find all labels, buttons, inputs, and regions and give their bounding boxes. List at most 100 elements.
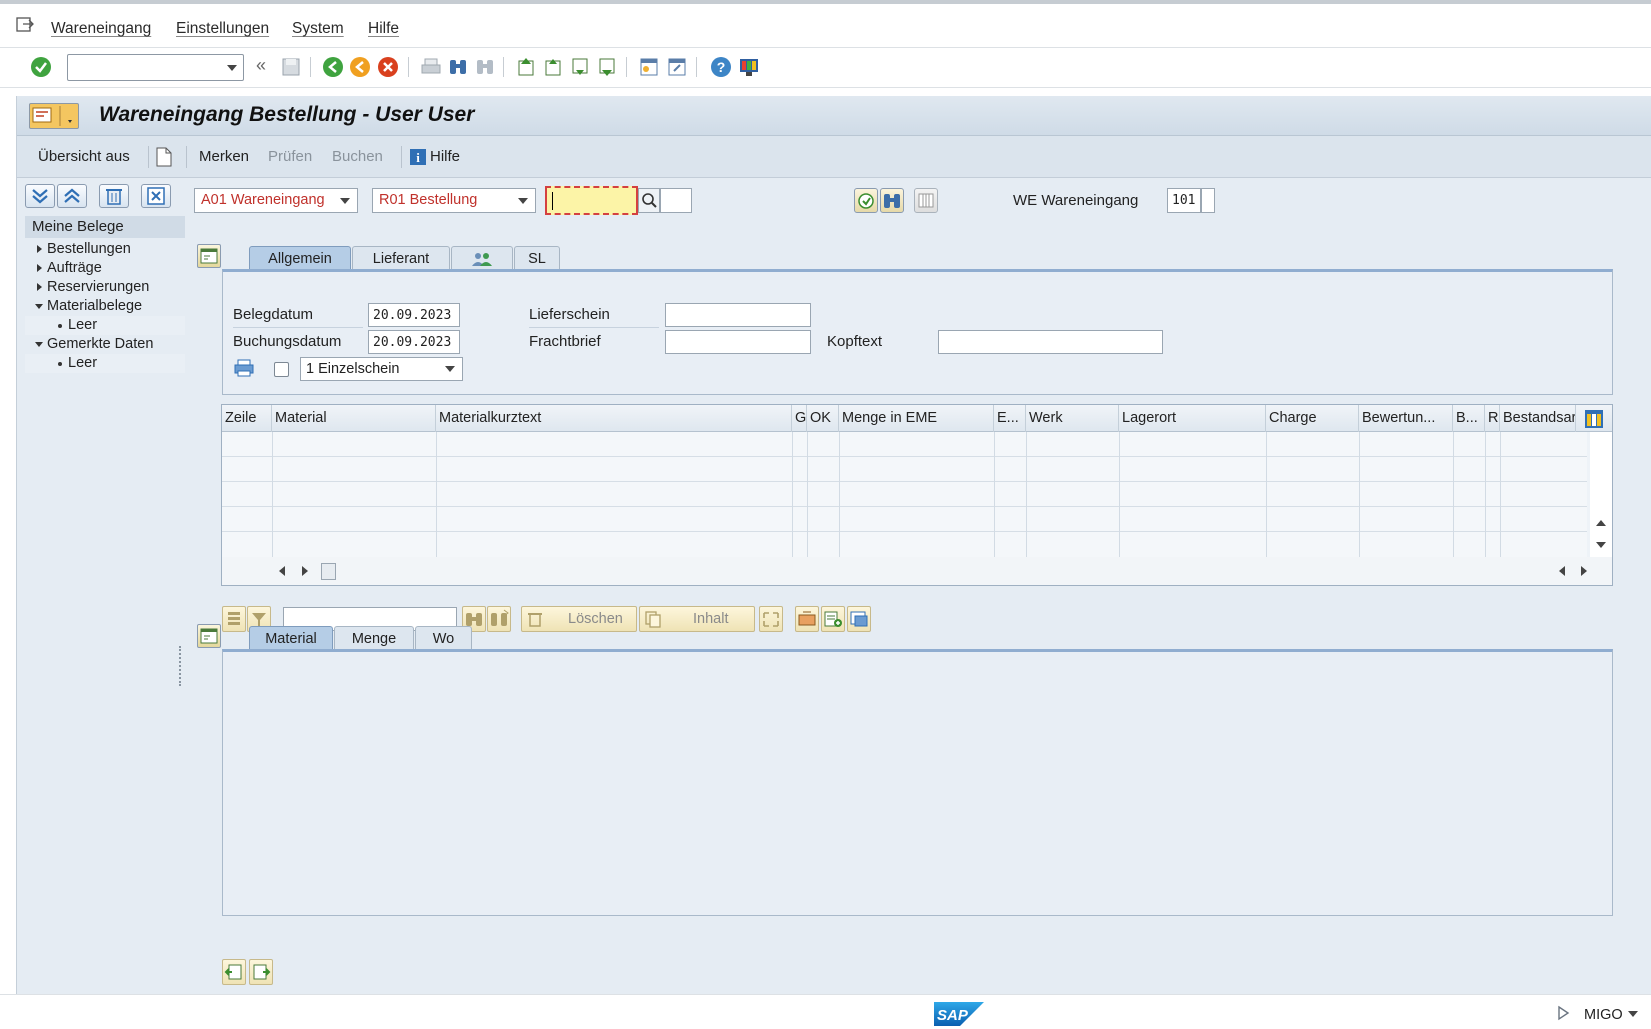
create-session-icon[interactable] [638,56,660,78]
print-icon[interactable] [233,358,255,378]
movement-type-input[interactable]: 101 [1167,188,1201,213]
delivery-note-input[interactable] [665,303,811,327]
command-field[interactable] [67,54,244,81]
help-icon[interactable]: ? [710,56,732,78]
menu-icon[interactable] [16,16,36,34]
tab-material[interactable]: Material [249,626,333,650]
column-header-ok[interactable]: OK [807,405,839,432]
tab-allgemein[interactable]: Allgemein [249,246,351,270]
posting-date-input[interactable]: 20.09.2023 [368,330,460,354]
column-header-lagerort[interactable]: Lagerort [1119,405,1266,432]
bill-of-lading-input[interactable] [665,330,811,354]
scroll-left-icon[interactable] [1559,566,1565,576]
exit-icon[interactable] [349,56,371,78]
layout-settings-icon[interactable] [1584,409,1604,429]
column-header-werk[interactable]: Werk [1026,405,1119,432]
chevron-down-icon[interactable] [518,198,528,204]
chevron-down-icon[interactable] [227,65,237,71]
back-icon[interactable] [322,56,344,78]
overview-off-button[interactable]: Übersicht aus [38,148,130,165]
tab-sl[interactable]: SL [514,246,560,270]
column-header-b[interactable]: B... [1453,405,1485,432]
column-header-g[interactable]: G [792,405,807,432]
cancel-icon[interactable] [377,56,399,78]
tree-item-reservierungen[interactable]: Reservierungen [25,278,185,297]
tree-item-auftraege[interactable]: Aufträge [25,259,185,278]
column-header-zeile[interactable]: Zeile [222,405,272,432]
content-button[interactable]: Inhalt [639,606,755,632]
play-triangle-icon[interactable] [1556,1005,1570,1021]
chevron-down-icon[interactable] [445,366,455,372]
table-row[interactable] [222,482,1587,507]
delete-button[interactable]: Löschen [521,606,637,632]
document-date-input[interactable]: 20.09.2023 [368,303,460,327]
scroll-right-icon[interactable] [1581,566,1587,576]
fullscreen-icon[interactable] [759,606,783,632]
columns-icon[interactable] [914,188,938,213]
chevron-down-icon[interactable] [1628,1011,1638,1017]
caret-down-icon[interactable] [35,342,43,347]
reference-document-select[interactable]: R01 Bestellung [372,188,536,213]
tree-item-gemerkte-daten[interactable]: Gemerkte Daten [25,335,185,354]
caret-right-icon[interactable] [37,245,42,253]
purchase-order-input[interactable] [545,186,638,215]
caret-right-icon[interactable] [37,264,42,272]
special-stock-input[interactable] [1201,188,1215,213]
find-icon[interactable] [447,56,469,78]
table-row[interactable] [222,457,1587,482]
find-next-icon[interactable] [474,56,496,78]
vertical-scrollbar[interactable] [1590,432,1612,557]
scroll-left-icon[interactable] [279,566,285,576]
new-document-icon[interactable] [155,146,173,168]
select-all-icon[interactable] [222,606,246,632]
horizontal-scrollbar[interactable] [222,557,1612,585]
column-header-material[interactable]: Material [272,405,436,432]
tab-menge[interactable]: Menge [334,626,414,650]
binoculars-icon[interactable] [880,188,904,213]
header-text-input[interactable] [938,330,1163,354]
tab-lieferant[interactable]: Lieferant [352,246,450,270]
execute-icon[interactable] [854,188,878,213]
column-header-menge[interactable]: Menge in EME [839,405,994,432]
toggle-header-icon[interactable] [197,244,221,268]
column-header-bestandsart[interactable]: Bestandsar [1500,405,1576,432]
chevron-down-icon[interactable] [340,198,350,204]
tree-item-bestellungen[interactable]: Bestellungen [25,240,185,259]
enter-icon[interactable] [30,56,52,78]
menu-hilfe[interactable]: Hilfe [368,20,399,38]
toggle-detail-icon[interactable] [197,624,221,648]
menu-einstellungen[interactable]: Einstellungen [176,20,269,38]
last-page-icon[interactable] [596,56,618,78]
previous-page-icon[interactable] [542,56,564,78]
table-row[interactable] [222,432,1587,457]
scroll-up-icon[interactable] [1596,520,1606,526]
scroll-right-icon[interactable] [302,566,308,576]
tab-partner[interactable] [451,246,513,270]
column-header-r[interactable]: R [1485,405,1500,432]
help-button[interactable]: Hilfe [430,148,460,165]
first-page-icon[interactable] [515,56,537,78]
find-next-icon[interactable] [487,606,511,632]
print-icon[interactable] [420,56,442,78]
column-header-materialkurztext[interactable]: Materialkurztext [436,405,792,432]
search-help-button[interactable] [638,188,660,213]
caret-right-icon[interactable] [37,283,42,291]
save-icon[interactable] [280,56,302,78]
add-row-icon[interactable] [821,606,845,632]
output-slip-select[interactable]: 1 Einzelschein [300,357,463,381]
my-documents-header[interactable]: Meine Belege [25,216,185,238]
previous-item-icon[interactable] [222,959,246,985]
column-header-charge[interactable]: Charge [1266,405,1359,432]
scroll-down-icon[interactable] [1596,542,1606,548]
column-header-bewertung[interactable]: Bewertun... [1359,405,1453,432]
info-icon[interactable]: i [409,148,427,166]
transfer-icon[interactable] [795,606,819,632]
table-row[interactable] [222,507,1587,532]
tree-item-gemerkte-daten-leer[interactable]: Leer [25,354,185,373]
collapse-all-icon[interactable] [57,184,87,208]
tree-item-materialbelege-leer[interactable]: Leer [25,316,185,335]
action-select[interactable]: A01 Wareneingang [194,188,358,213]
menu-system[interactable]: System [292,20,344,38]
print-checkbox[interactable] [274,362,289,377]
tab-wo[interactable]: Wo [415,626,472,650]
